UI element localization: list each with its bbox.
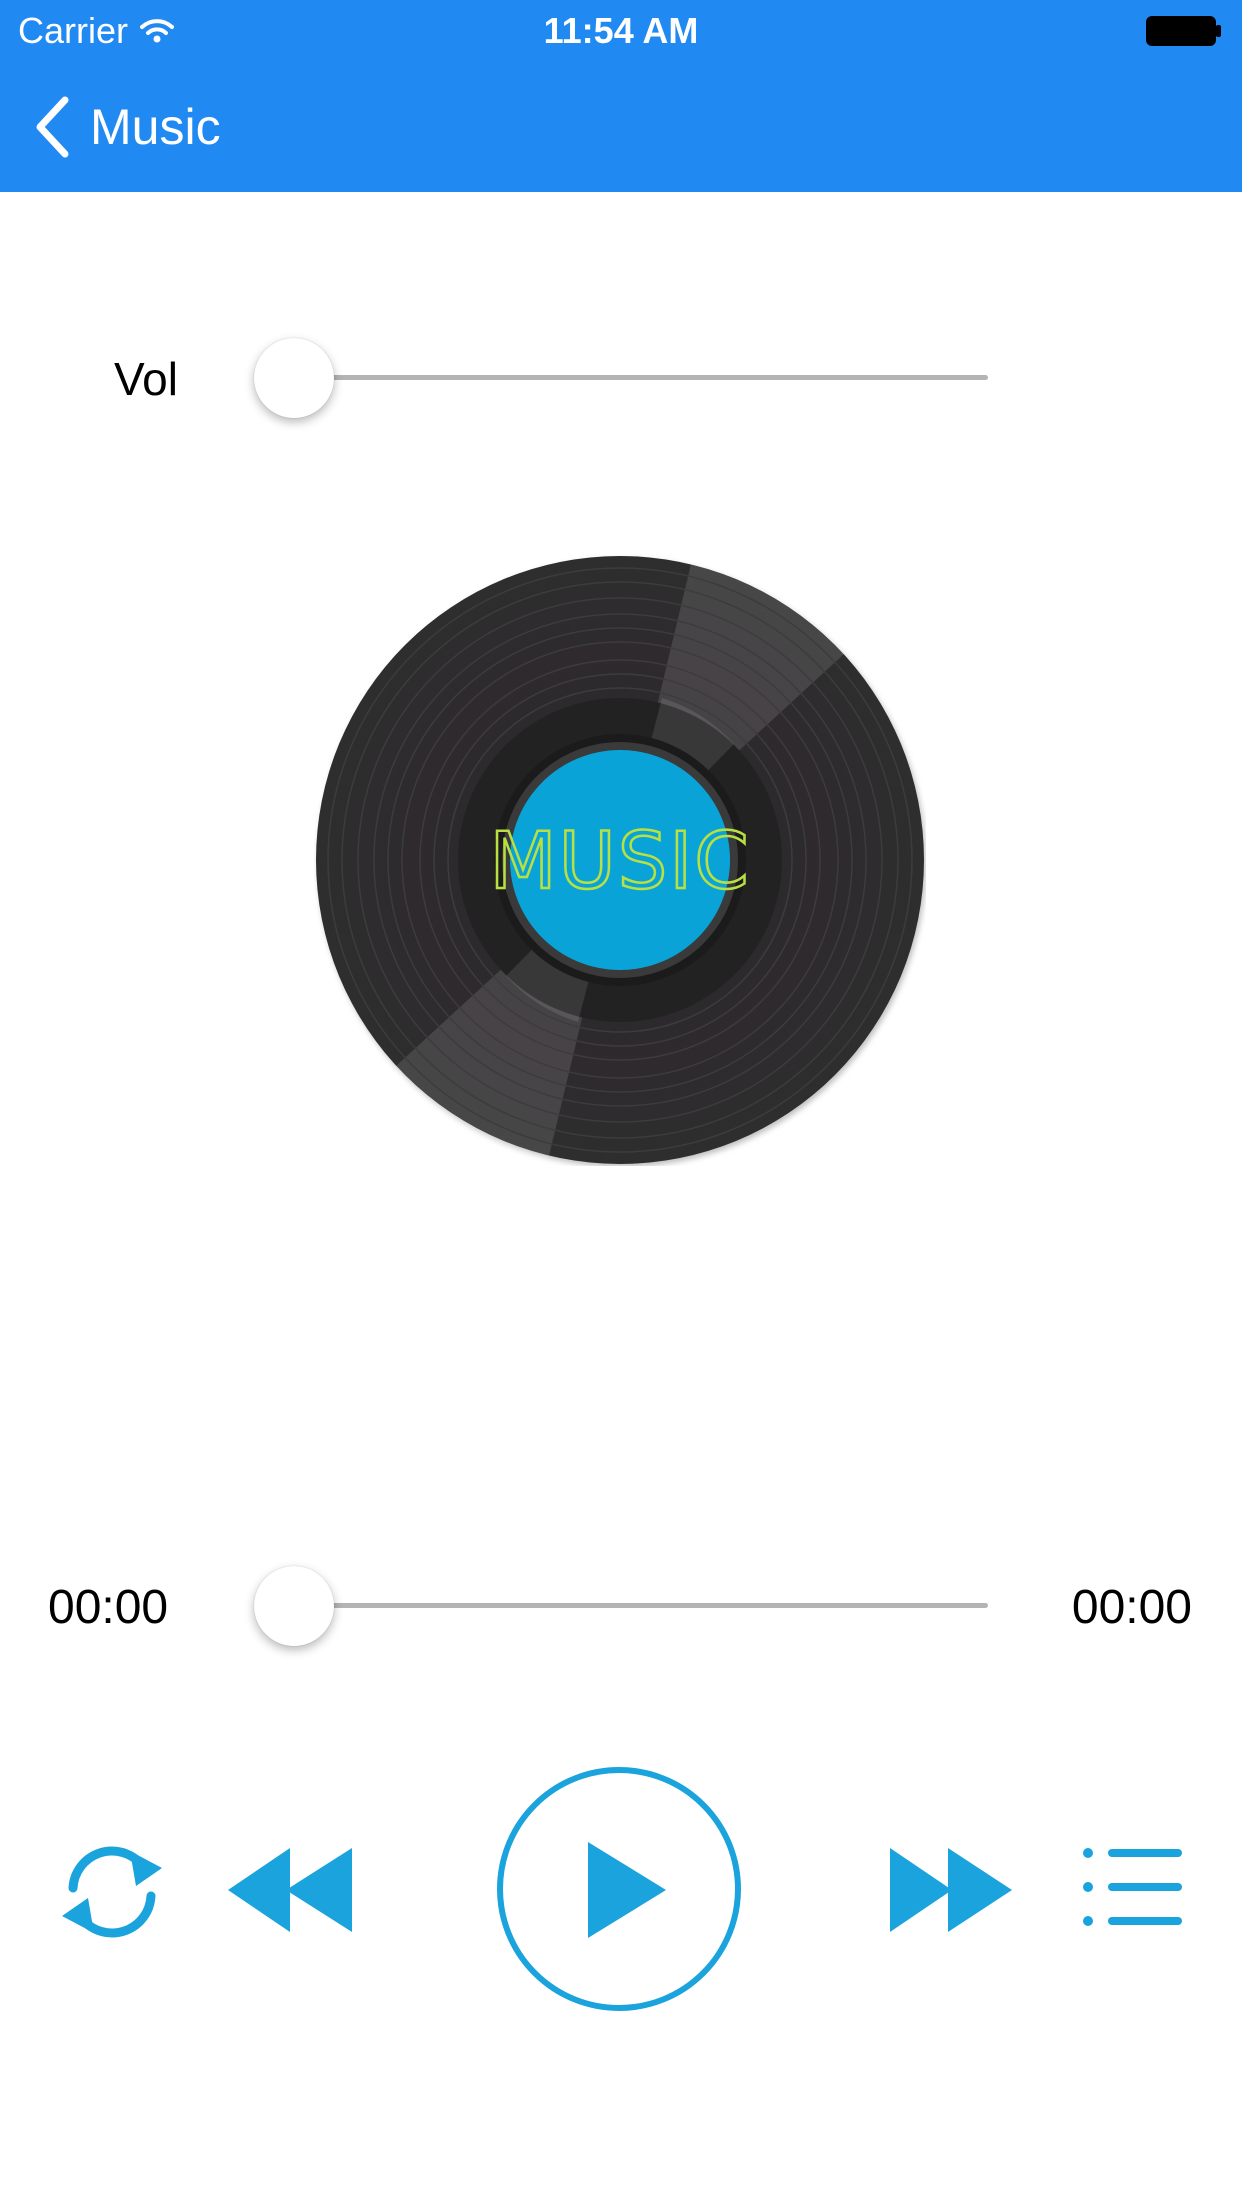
volume-slider[interactable] (254, 338, 988, 418)
back-button[interactable]: Music (34, 92, 221, 162)
volume-slider-thumb[interactable] (254, 338, 334, 418)
fast-forward-button[interactable] (884, 1846, 1014, 1934)
progress-slider[interactable] (254, 1566, 988, 1646)
progress-slider-thumb[interactable] (254, 1566, 334, 1646)
status-time: 11:54 AM (543, 10, 699, 51)
rewind-icon (228, 1848, 352, 1932)
chevron-left-icon (36, 96, 69, 158)
vinyl-disc: MUSIC (316, 556, 924, 1164)
battery-icon (1146, 16, 1222, 51)
playlist-button[interactable] (1082, 1846, 1184, 1928)
volume-label: Vol (114, 353, 178, 405)
play-button[interactable] (496, 1766, 742, 2012)
back-button-label: Music (90, 99, 221, 155)
volume-track (254, 375, 988, 380)
disc-label-text: MUSIC (489, 817, 750, 907)
current-time: 00:00 (48, 1581, 169, 1634)
progress-track (254, 1603, 988, 1608)
rewind-button[interactable] (228, 1846, 358, 1934)
repeat-button[interactable] (56, 1842, 168, 1942)
fast-forward-icon (890, 1848, 1012, 1932)
navigation-header: Carrier 11:54 AM Music (0, 0, 1242, 192)
repeat-icon (62, 1846, 162, 1938)
playlist-icon (1083, 1848, 1182, 1926)
total-time: 00:00 (1071, 1581, 1192, 1634)
play-icon (497, 1767, 741, 2011)
status-bar: Carrier 11:54 AM (0, 0, 1242, 62)
